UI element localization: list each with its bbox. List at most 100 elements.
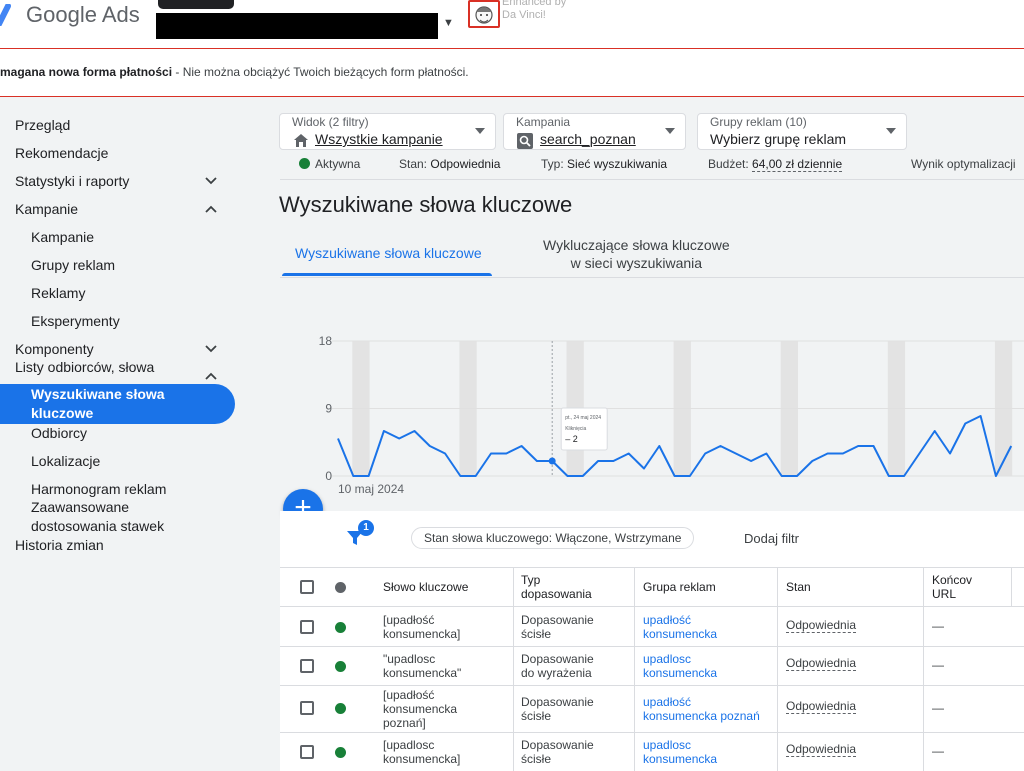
app-name-brand: Google — [26, 2, 97, 27]
column-divider — [513, 568, 514, 771]
sidebar-item-audiences[interactable]: Odbiorcy — [31, 424, 87, 442]
match-type-line: ścisłe — [521, 752, 552, 766]
sidebar-active-label-line2: kluczowe — [31, 405, 94, 421]
chevron-up-icon[interactable] — [204, 202, 218, 216]
sidebar-item-overview[interactable]: Przegląd — [15, 116, 70, 134]
ad-group-link[interactable]: upadlosc konsumencka — [643, 738, 717, 766]
keyword-line: [upadlosc — [383, 738, 435, 752]
sidebar-item-experiments[interactable]: Eksperymenty — [31, 312, 120, 330]
sidebar-item-change-history[interactable]: Historia zmian — [15, 536, 104, 554]
keywords-clicks-chart[interactable]: 18 9 0 10 maj 2024 pt., 24 maj 2024 Kliknięci… — [280, 320, 1024, 500]
enabled-status-dot-icon[interactable] — [335, 622, 346, 633]
sidebar-item-ad-schedule[interactable]: Harmonogram reklam — [31, 480, 166, 498]
view-filter-label: Widok (2 filtry) — [292, 115, 369, 129]
final-url: — — [932, 701, 944, 715]
tab-negative-keywords[interactable]: Wykluczające słowa kluczowe w sieci wyszu… — [543, 236, 730, 272]
match-type: Dopasowanie ścisłe — [521, 613, 594, 641]
header-final-url-line1: Końcov — [932, 573, 973, 587]
tab-negative-keywords-line2: w sieci wyszukiwania — [570, 255, 703, 271]
match-type-line: ścisłe — [521, 709, 552, 723]
chevron-down-icon[interactable] — [204, 342, 218, 356]
match-type-line: do wyrażenia — [521, 666, 592, 680]
ad-group-link[interactable]: upadlosc konsumencka — [643, 652, 717, 680]
chevron-down-icon[interactable] — [204, 174, 218, 188]
tabs-divider — [280, 277, 1024, 278]
select-all-checkbox[interactable] — [300, 580, 314, 594]
extension-label-line1: Enhanced by — [502, 0, 567, 8]
campaign-type: Typ: Sieć wyszukiwania — [541, 157, 667, 171]
match-type: Dopasowanie ścisłe — [521, 738, 594, 766]
header-keyword[interactable]: Słowo kluczowe — [383, 580, 468, 594]
column-divider — [634, 568, 635, 771]
row-checkbox[interactable] — [300, 620, 314, 634]
keyword-state[interactable]: Odpowiednia — [786, 700, 857, 714]
match-type: Dopasowanie do wyrażenia — [521, 652, 594, 680]
keyword-line: konsumencka] — [383, 752, 461, 766]
sidebar-item-advanced-bid-adjustments[interactable]: Zaawansowane dostosowania stawek — [31, 498, 164, 536]
budget-label: Budżet: — [708, 157, 749, 171]
adgroup-filter-dropdown[interactable]: Grupy reklam (10) Wybierz grupę reklam — [697, 113, 907, 150]
chevron-up-icon[interactable] — [204, 369, 218, 383]
sidebar-item-search-keywords[interactable]: Wyszukiwane słowa kluczowe — [0, 384, 235, 424]
sidebar-adv-label-line1: Zaawansowane — [31, 499, 130, 515]
campaign-budget: Budżet: 64,00 zł dziennie — [708, 157, 843, 172]
sidebar-item-insights-reports[interactable]: Statystyki i raporty — [15, 172, 129, 190]
extension-avatar-icon[interactable] — [468, 0, 500, 28]
google-ads-logo-icon[interactable] — [0, 4, 12, 26]
redacted-account-id[interactable] — [156, 13, 438, 39]
sidebar-item-campaigns-group[interactable]: Kampanie — [15, 200, 78, 218]
keyword-line: konsumencka" — [383, 666, 462, 680]
sidebar-item-audiences-keywords[interactable]: Listy odbiorców, słowa — [15, 358, 154, 376]
keyword-line: konsumencka — [383, 702, 458, 716]
header-ad-group[interactable]: Grupa reklam — [643, 580, 716, 594]
ad-group-line: konsumencka — [643, 752, 718, 766]
keyword-state[interactable]: Odpowiednia — [786, 657, 857, 671]
ad-group-line: upadłość — [643, 695, 692, 709]
sidebar-item-ads[interactable]: Reklamy — [31, 284, 85, 302]
match-type-line: ścisłe — [521, 627, 552, 641]
keyword-text[interactable]: [upadlosc konsumencka] — [383, 738, 460, 766]
enabled-status-dot-icon[interactable] — [335, 747, 346, 758]
enabled-status-dot-icon[interactable] — [335, 661, 346, 672]
ad-group-link[interactable]: upadłość konsumencka poznań — [643, 695, 760, 723]
header-final-url-line2: URL — [932, 587, 957, 601]
add-filter-button[interactable]: Dodaj filtr — [744, 531, 799, 546]
sidebar-item-recommendations[interactable]: Rekomendacje — [15, 144, 108, 162]
keyword-status-filter-chip[interactable]: Stan słowa kluczowego: Włączone, Wstrzym… — [411, 527, 695, 549]
header-match-type-line1: Typ — [521, 573, 541, 587]
keyword-state[interactable]: Odpowiednia — [786, 743, 857, 757]
sidebar-item-assets[interactable]: Komponenty — [15, 340, 94, 358]
sidebar-item-campaigns[interactable]: Kampanie — [31, 228, 94, 246]
keyword-state[interactable]: Odpowiednia — [786, 619, 857, 633]
top-header: Google Ads ▼ Enhanced by Da Vinci! — [0, 0, 1024, 48]
match-type-line: Dopasowanie — [521, 613, 594, 627]
enabled-status-dot-icon[interactable] — [335, 703, 346, 714]
row-divider — [280, 732, 1024, 733]
row-checkbox[interactable] — [300, 659, 314, 673]
dropdown-arrow-icon — [665, 128, 675, 134]
row-checkbox[interactable] — [300, 701, 314, 715]
sidebar-item-locations[interactable]: Lokalizacje — [31, 452, 100, 470]
header-final-url[interactable]: Końcov URL — [932, 573, 972, 601]
state-value: Odpowiednia — [430, 157, 501, 171]
keyword-text[interactable]: [upadłość konsumencka poznań] — [383, 688, 457, 730]
row-checkbox[interactable] — [300, 745, 314, 759]
view-filter-dropdown[interactable]: Widok (2 filtry) Wszystkie kampanie — [279, 113, 496, 150]
app-name: Google Ads — [26, 2, 140, 28]
ad-group-line: konsumencka poznań — [643, 709, 760, 723]
optimization-score[interactable]: Wynik optymalizacji — [911, 157, 1016, 171]
sidebar-item-ad-groups[interactable]: Grupy reklam — [31, 256, 115, 274]
header-match-type[interactable]: Typ dopasowania — [521, 573, 592, 601]
keyword-text[interactable]: [upadłość konsumencka] — [383, 613, 460, 641]
row-divider — [280, 685, 1024, 686]
tab-search-keywords[interactable]: Wyszukiwane słowa kluczowe — [295, 244, 482, 262]
budget-value[interactable]: 64,00 zł dziennie — [752, 157, 843, 172]
ad-group-link[interactable]: upadłość konsumencka — [643, 613, 717, 641]
adgroup-filter-label: Grupy reklam (10) — [710, 115, 807, 129]
final-url: — — [932, 744, 944, 758]
header-match-type-line2: dopasowania — [521, 587, 592, 601]
campaign-filter-dropdown[interactable]: Kampania search_poznan — [503, 113, 686, 150]
keyword-text[interactable]: "upadlosc konsumencka" — [383, 652, 461, 680]
header-state[interactable]: Stan — [786, 580, 811, 594]
account-dropdown-arrow-icon[interactable]: ▼ — [443, 17, 454, 29]
